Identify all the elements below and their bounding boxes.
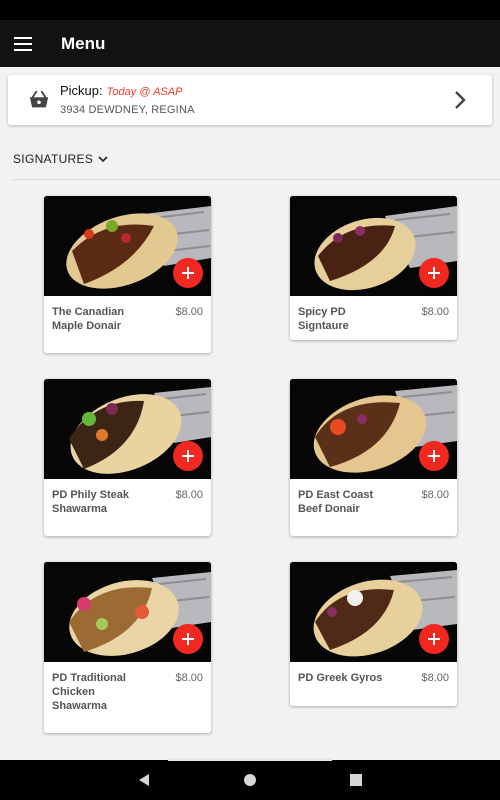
system-nav-bar [0, 758, 500, 800]
item-price: $8.00 [421, 672, 449, 684]
plus-icon [428, 267, 440, 279]
category-dropdown[interactable]: SIGNATURES [13, 152, 109, 166]
nav-handle [168, 758, 332, 761]
pickup-card[interactable]: Pickup: Today @ ASAP 3934 DEWDNEY, REGINA [8, 75, 492, 125]
pickup-time: Today @ ASAP [106, 85, 183, 98]
item-name: PD Greek Gyros [298, 672, 383, 684]
item-name: PD Traditional Chicken Shawarma [52, 672, 126, 712]
item-price: $8.00 [421, 306, 449, 318]
item-name: The Canadian Maple Donair [52, 306, 125, 332]
plus-icon [182, 633, 194, 645]
chevron-right-icon[interactable] [446, 86, 474, 114]
menu-item-card[interactable]: Spicy PD Signtaure $8.00 [290, 196, 457, 340]
menu-item-card[interactable]: PD Phily Steak Shawarma $8.00 [44, 379, 211, 536]
item-image [290, 562, 457, 662]
plus-icon [428, 450, 440, 462]
add-to-cart-button[interactable] [419, 624, 449, 654]
item-image [44, 562, 211, 662]
add-to-cart-button[interactable] [419, 441, 449, 471]
plus-icon [428, 633, 440, 645]
page-title: Menu [61, 33, 106, 53]
add-to-cart-button[interactable] [419, 258, 449, 288]
category-label: SIGNATURES [13, 152, 94, 166]
item-name: PD East Coast Beef Donair [298, 489, 374, 515]
menu-item-card[interactable]: PD Greek Gyros $8.00 [290, 562, 457, 706]
pickup-address: 3934 DEWDNEY, REGINA [60, 103, 195, 116]
pickup-label: Pickup: [60, 82, 103, 98]
home-icon[interactable] [197, 760, 303, 800]
plus-icon [182, 267, 194, 279]
plus-icon [182, 450, 194, 462]
item-price: $8.00 [175, 489, 203, 501]
menu-item-card[interactable]: The Canadian Maple Donair $8.00 [44, 196, 211, 353]
hamburger-icon[interactable] [3, 20, 43, 67]
item-price: $8.00 [421, 489, 449, 501]
item-name: Spicy PD Signtaure [298, 306, 349, 332]
back-icon[interactable] [91, 760, 197, 800]
divider [13, 179, 500, 180]
chevron-down-icon [98, 156, 108, 163]
item-image [44, 196, 211, 296]
add-to-cart-button[interactable] [173, 624, 203, 654]
app-bar: Menu [0, 20, 500, 67]
item-name: PD Phily Steak Shawarma [52, 489, 130, 515]
menu-item-card[interactable]: PD Traditional Chicken Shawarma $8.00 [44, 562, 211, 733]
menu-item-card[interactable]: PD East Coast Beef Donair $8.00 [290, 379, 457, 536]
item-image [290, 379, 457, 479]
status-bar [0, 0, 500, 20]
basket-icon [29, 90, 49, 108]
recents-icon[interactable] [303, 760, 409, 800]
item-image [44, 379, 211, 479]
item-price: $8.00 [175, 306, 203, 318]
add-to-cart-button[interactable] [173, 258, 203, 288]
item-price: $8.00 [175, 672, 203, 684]
add-to-cart-button[interactable] [173, 441, 203, 471]
item-image [290, 196, 457, 296]
